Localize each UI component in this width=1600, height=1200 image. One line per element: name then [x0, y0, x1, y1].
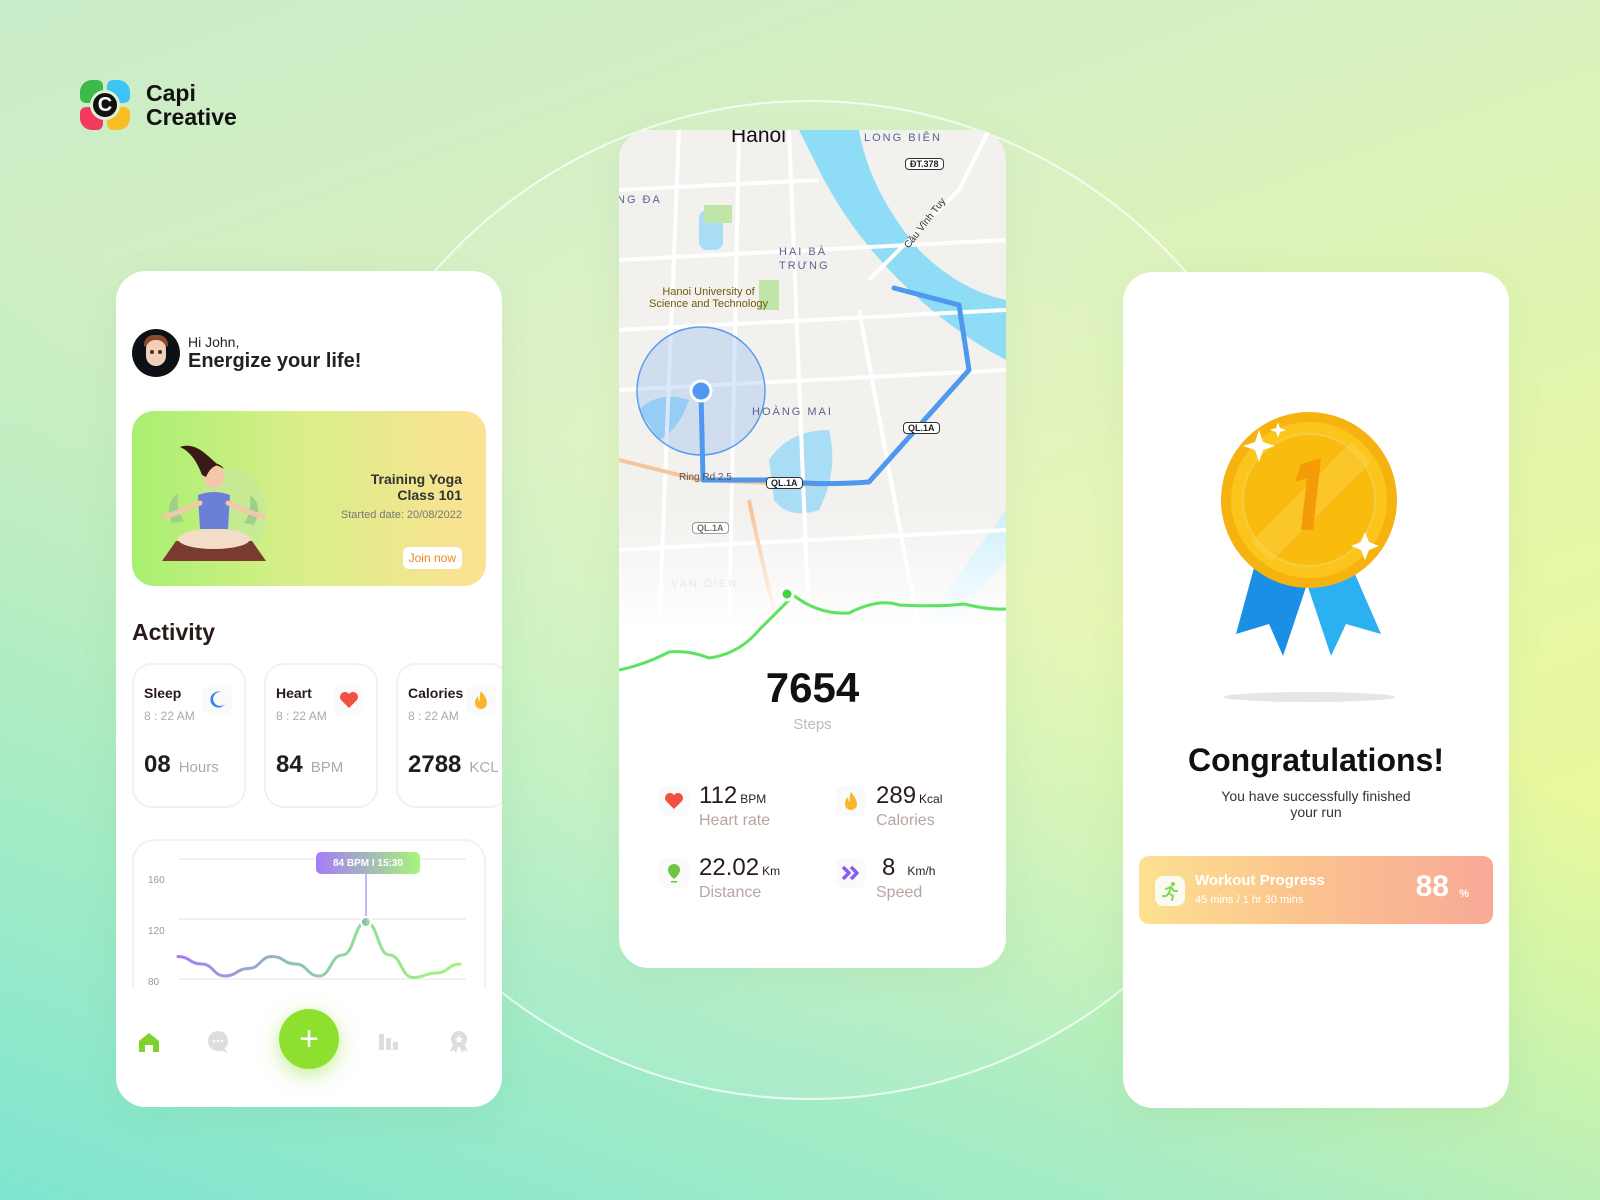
yoga-class-card[interactable]: Training Yoga Class 101 Started date: 20… — [132, 411, 486, 586]
congrats-title: Congratulations! — [1188, 742, 1444, 778]
road-badge: QL.1A — [766, 477, 803, 489]
stat-calories: 289 Kcal Calories — [836, 782, 942, 830]
double-chevron-right-icon — [836, 858, 866, 888]
gold-medal-icon — [1221, 412, 1397, 656]
run-complete-screen: Congratulations! You have successfully f… — [1123, 272, 1509, 1108]
stat-distance: 22.02 Km Distance — [659, 854, 780, 902]
road-badge: ĐT.378 — [905, 158, 944, 170]
plus-icon: + — [299, 1019, 319, 1058]
greeting-header: Hi John, Energize your life! — [132, 329, 361, 377]
bottom-navigation: + — [116, 989, 502, 1107]
flame-icon — [466, 685, 496, 715]
steps-count: 7654 — [765, 664, 860, 711]
steps-trend-point — [779, 586, 795, 602]
activity-card-sleep[interactable]: Sleep 8 : 22 AM 08 Hours — [132, 663, 246, 808]
road-badge: QL.1A — [903, 422, 940, 434]
chat-icon — [208, 1031, 228, 1053]
running-icon — [1155, 876, 1185, 906]
brand-name-line2: Creative — [146, 104, 237, 130]
add-button[interactable]: + — [279, 1009, 339, 1069]
congrats-subtitle: You have successfully finished your run — [1221, 788, 1411, 820]
steps-label: Steps — [793, 716, 832, 733]
highlight-point — [360, 916, 372, 928]
greeting-text: Hi John, — [188, 333, 240, 350]
medal-shadow — [1223, 692, 1395, 702]
map-district-label: LONG BIÊN — [864, 132, 942, 144]
map-district-label: HOÀNG MAI — [752, 406, 833, 418]
activity-heading: Activity — [132, 619, 216, 645]
nav-messages[interactable] — [205, 1029, 231, 1055]
nav-stats[interactable] — [376, 1029, 402, 1055]
yoga-start-date: Started date: 20/08/2022 — [340, 509, 462, 521]
map-city-label: Hanoi — [731, 130, 786, 147]
activity-card-calories[interactable]: Calories 8 : 22 AM 2788 KCL — [396, 663, 502, 808]
yoga-illustration-icon — [161, 445, 267, 561]
greeting-tagline: Energize your life! — [188, 349, 362, 372]
map-district-label: HAI BÀ — [779, 246, 828, 258]
location-pin-icon — [659, 858, 689, 888]
brand-name-line1: Capi — [146, 80, 196, 106]
progress-value: 88 — [1415, 870, 1449, 903]
heart-icon — [659, 786, 689, 816]
map-district-label: TRƯNG — [779, 260, 830, 272]
progress-title: Workout Progress — [1195, 872, 1325, 889]
avatar[interactable] — [132, 329, 180, 377]
stat-speed: 8 Km/h Speed — [836, 854, 935, 902]
activity-card-heart[interactable]: Heart 8 : 22 AM 84 BPM — [264, 663, 378, 808]
brand-logo: C Capi Creative — [80, 80, 237, 130]
chart-plot — [176, 858, 466, 980]
moon-icon — [202, 685, 232, 715]
map-poi-label: Hanoi University of Science and Technolo… — [649, 286, 769, 310]
run-tracking-screen: Hanoi LONG BIÊN NG ĐA HAI BÀ TRƯNG HOÀNG… — [619, 130, 1006, 968]
flame-icon — [836, 786, 866, 816]
stats-icon — [379, 1034, 398, 1050]
badge-icon — [450, 1031, 468, 1053]
join-now-button[interactable]: Join now — [402, 547, 462, 569]
progress-subtitle: 45 mins / 1 hr 30 mins — [1195, 894, 1304, 906]
progress-unit: % — [1459, 888, 1469, 900]
home-screen: Hi John, Energize your life! Training Yo… — [116, 271, 502, 1107]
stat-heart-rate: 112 BPM Heart rate — [659, 782, 770, 830]
logo-icon: C — [80, 80, 130, 130]
activity-cards: Sleep 8 : 22 AM 08 Hours Heart 8 : 22 AM … — [132, 663, 502, 808]
nav-achievements[interactable] — [446, 1029, 472, 1055]
workout-progress-card[interactable]: Workout Progress 45 mins / 1 hr 30 mins … — [1139, 856, 1493, 924]
yoga-class-title: Training Yoga Class 101 — [370, 471, 462, 503]
heart-icon — [334, 685, 364, 715]
map-district-label: NG ĐA — [619, 194, 662, 206]
map-road-label: Ring Rd 2.5 — [679, 472, 732, 483]
chart-tooltip: 84 BPM I 15:30 — [316, 852, 420, 874]
nav-home[interactable] — [136, 1029, 162, 1055]
heart-rate-line — [176, 920, 462, 980]
home-icon — [139, 1033, 159, 1052]
